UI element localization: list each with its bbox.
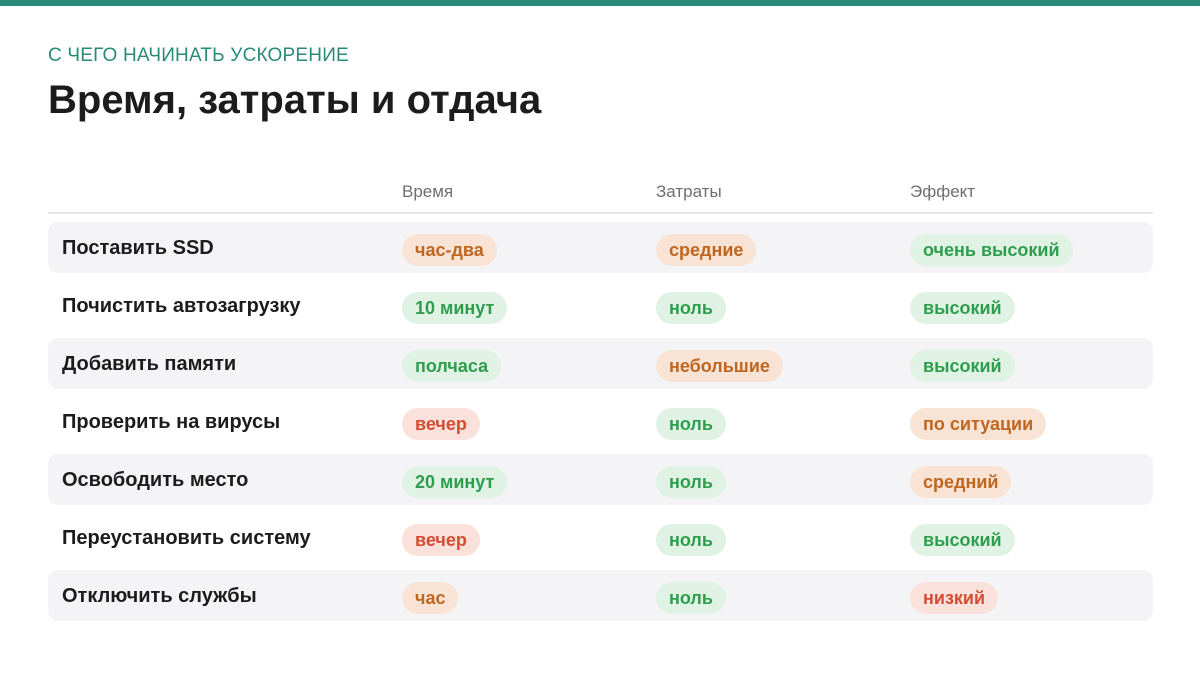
table-row: Почистить автозагрузку 10 минут ноль выс… (48, 280, 1153, 331)
task-label: Почистить автозагрузку (62, 295, 301, 317)
task-label: Поставить SSD (62, 237, 214, 259)
effect-badge: высокий (910, 524, 1015, 556)
column-header-effect: Эффект (910, 182, 976, 201)
time-badge: час (402, 582, 459, 614)
column-header-cost: Затраты (656, 182, 722, 201)
table-row: Освободить место 20 минут ноль средний (48, 454, 1153, 505)
time-badge: полчаса (402, 350, 502, 382)
task-label: Отключить службы (62, 585, 257, 607)
time-badge: вечер (402, 524, 480, 556)
table-row: Отключить службы час ноль низкий (48, 570, 1153, 621)
time-badge: час-два (402, 234, 497, 266)
table-header: Время Затраты Эффект (48, 170, 1153, 214)
table-row: Переустановить систему вечер ноль высоки… (48, 512, 1153, 563)
cost-badge: ноль (656, 292, 726, 324)
column-header-time: Время (402, 182, 454, 201)
effect-badge: по ситуации (910, 408, 1047, 440)
time-badge: 10 минут (402, 292, 508, 324)
effect-badge: низкий (910, 582, 999, 614)
eyebrow-label: С ЧЕГО НАЧИНАТЬ УСКОРЕНИЕ (48, 45, 349, 66)
cost-badge: ноль (656, 408, 726, 440)
time-badge: 20 минут (402, 466, 508, 498)
task-label: Добавить памяти (62, 353, 237, 375)
time-badge: вечер (402, 408, 480, 440)
table-row: Поставить SSD час-два средние очень высо… (48, 222, 1153, 273)
effect-badge: высокий (910, 350, 1015, 382)
task-label: Проверить на вирусы (62, 411, 281, 433)
effect-badge: высокий (910, 292, 1015, 324)
cost-badge: ноль (656, 524, 726, 556)
top-accent-bar (0, 0, 1200, 6)
table-body: Поставить SSD час-два средние очень высо… (48, 222, 1153, 621)
table-row: Добавить памяти полчаса небольшие высоки… (48, 338, 1153, 389)
task-label: Освободить место (62, 469, 249, 491)
effect-badge: очень высокий (910, 234, 1073, 266)
comparison-table: Время Затраты Эффект Поставить SSD час-д… (48, 170, 1153, 628)
effect-badge: средний (910, 466, 1012, 498)
task-label: Переустановить систему (62, 527, 311, 549)
cost-badge: средние (656, 234, 757, 266)
cost-badge: ноль (656, 466, 726, 498)
table-row: Проверить на вирусы вечер ноль по ситуац… (48, 396, 1153, 447)
cost-badge: небольшие (656, 350, 783, 382)
cost-badge: ноль (656, 582, 726, 614)
page-title: Время, затраты и отдача (48, 78, 542, 122)
